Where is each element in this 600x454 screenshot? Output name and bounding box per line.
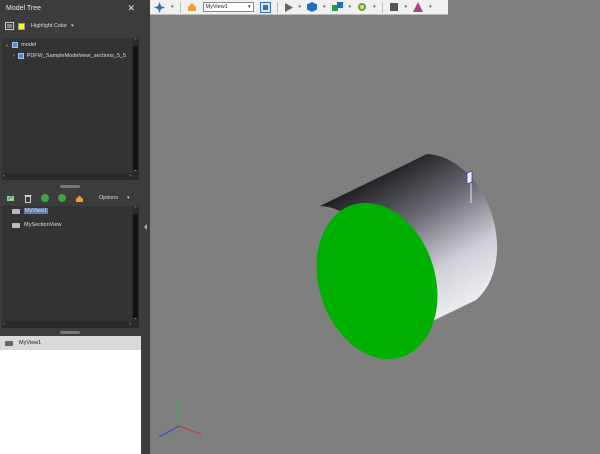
view-label: MyView1 bbox=[24, 208, 49, 214]
panel-splitter[interactable] bbox=[0, 183, 141, 190]
scroll-down-icon[interactable]: ⌄ bbox=[132, 167, 139, 173]
chevron-down-icon[interactable]: ▾ bbox=[349, 4, 352, 10]
tree-toolbar: Highlight Color ▾ bbox=[0, 16, 141, 36]
camera-icon bbox=[12, 222, 20, 228]
camera-icon bbox=[5, 340, 13, 346]
navigate-icon[interactable] bbox=[154, 1, 165, 13]
scroll-thumb[interactable] bbox=[133, 214, 138, 318]
list-item[interactable]: MyView1 bbox=[12, 208, 49, 214]
scroll-left-icon[interactable]: ‹ bbox=[3, 173, 5, 179]
visibility-checkbox[interactable] bbox=[17, 53, 24, 59]
chevron-down-icon[interactable]: ▾ bbox=[429, 4, 432, 10]
play-icon[interactable] bbox=[284, 2, 293, 12]
panel-splitter[interactable] bbox=[0, 329, 141, 336]
chevron-down-icon[interactable]: ▾ bbox=[405, 4, 408, 10]
home-icon[interactable] bbox=[187, 2, 197, 12]
highlight-color-swatch[interactable] bbox=[18, 22, 25, 30]
scroll-right-icon[interactable]: › bbox=[129, 173, 131, 179]
cube-icon[interactable] bbox=[307, 2, 318, 12]
render-mode-icon[interactable] bbox=[389, 2, 399, 12]
panel-header: Model Tree ✕ bbox=[0, 0, 141, 16]
cubes-icon[interactable] bbox=[331, 2, 343, 12]
chevron-down-icon: ▾ bbox=[248, 4, 251, 10]
views-vertical-scrollbar[interactable]: ⌃ ⌄ bbox=[132, 206, 139, 328]
move-up-icon[interactable] bbox=[41, 194, 49, 202]
camera-icon bbox=[12, 208, 20, 214]
chevron-down-icon[interactable]: ▾ bbox=[373, 4, 376, 10]
visibility-checkbox[interactable] bbox=[12, 42, 19, 48]
close-button[interactable]: ✕ bbox=[127, 3, 135, 14]
create-view-icon[interactable] bbox=[6, 194, 15, 203]
chevron-down-icon[interactable]: ▾ bbox=[323, 4, 326, 10]
move-down-icon[interactable] bbox=[58, 194, 66, 202]
options-menu-icon[interactable] bbox=[5, 22, 14, 30]
scroll-thumb[interactable] bbox=[133, 46, 138, 170]
views-toolbar: Options ▾ bbox=[0, 191, 141, 205]
scroll-down-icon[interactable]: ⌄ bbox=[132, 315, 139, 321]
tree-horizontal-scrollbar[interactable]: ‹ › bbox=[2, 173, 132, 180]
expand-arrow-icon[interactable]: ⌄ bbox=[5, 42, 9, 48]
view-properties: MyView1 bbox=[0, 336, 141, 454]
current-view-label: MyView1 bbox=[205, 4, 228, 10]
chevron-down-icon[interactable]: ▾ bbox=[127, 195, 130, 201]
scroll-up-icon[interactable]: ⌃ bbox=[132, 38, 139, 44]
axis-triad-icon bbox=[158, 400, 202, 438]
highlight-color-label[interactable]: Highlight Color bbox=[31, 23, 67, 29]
collapse-arrow-icon[interactable]: › bbox=[13, 53, 15, 59]
model-tree-panel: Model Tree ✕ Highlight Color ▾ ⌄ model ›… bbox=[0, 0, 141, 454]
scroll-left-icon[interactable]: ‹ bbox=[3, 321, 5, 327]
tree-node-model[interactable]: ⌄ model bbox=[5, 42, 36, 48]
model-tree: ⌄ model › PDFW_SampleModelview_sections_… bbox=[2, 38, 139, 180]
collapse-arrow-icon[interactable] bbox=[144, 224, 147, 230]
home-icon[interactable] bbox=[75, 194, 84, 203]
fit-icon[interactable] bbox=[259, 1, 271, 13]
chevron-down-icon[interactable]: ▾ bbox=[171, 4, 174, 10]
trash-icon[interactable] bbox=[24, 194, 32, 203]
panel-title: Model Tree bbox=[6, 4, 42, 12]
lights-icon[interactable] bbox=[357, 2, 367, 12]
views-horizontal-scrollbar[interactable]: ‹ › bbox=[2, 321, 132, 328]
viewer-toolbar: ▾ MyView1 ▾ ▾ ▾ ▾ ▾ ▾ ▾ bbox=[150, 0, 448, 15]
selected-view-row[interactable]: MyView1 bbox=[0, 336, 141, 350]
views-list: MyView1 MySectionView ⌃ ⌄ ‹ › bbox=[2, 206, 139, 328]
view-select[interactable]: MyView1 ▾ bbox=[202, 2, 254, 12]
view-label: MySectionView bbox=[24, 222, 62, 228]
3d-viewport[interactable] bbox=[150, 15, 600, 454]
tree-node-label: PDFW_SampleModelview_sections_5_5 bbox=[26, 53, 127, 59]
selected-view-label: MyView1 bbox=[19, 340, 42, 346]
chevron-down-icon[interactable]: ▾ bbox=[71, 23, 74, 29]
scroll-right-icon[interactable]: › bbox=[129, 321, 131, 327]
scroll-up-icon[interactable]: ⌃ bbox=[132, 206, 139, 212]
tree-node-label: model bbox=[21, 42, 37, 48]
chevron-down-icon[interactable]: ▾ bbox=[299, 4, 302, 10]
options-button[interactable]: Options bbox=[99, 195, 118, 201]
panel-collapse-splitter[interactable] bbox=[141, 0, 150, 454]
list-item[interactable]: MySectionView bbox=[12, 222, 62, 228]
tree-node-section[interactable]: › PDFW_SampleModelview_sections_5_5 bbox=[13, 53, 126, 59]
tree-vertical-scrollbar[interactable]: ⌃ ⌄ bbox=[132, 38, 139, 180]
background-icon[interactable] bbox=[413, 2, 424, 12]
